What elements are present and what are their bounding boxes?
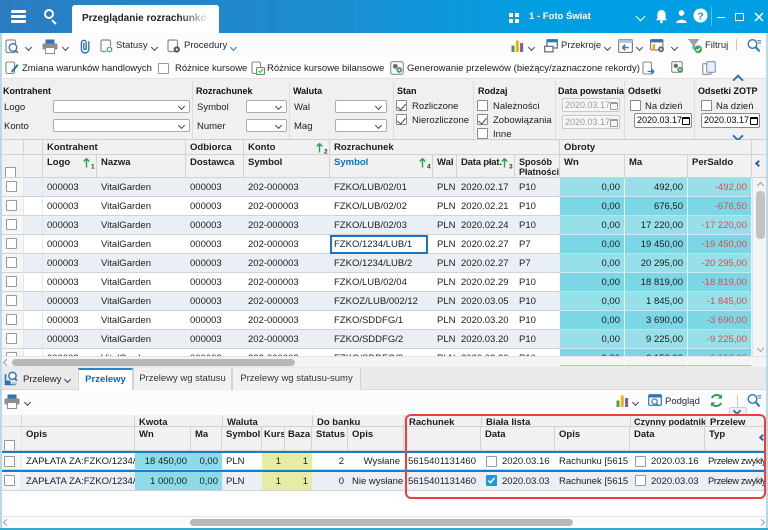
svg-text:1: 1 [91,164,95,170]
svg-text:2: 2 [324,149,328,155]
svg-text:4: 4 [427,164,431,170]
svg-text:?: ? [697,10,703,22]
svg-text:3: 3 [509,164,513,170]
